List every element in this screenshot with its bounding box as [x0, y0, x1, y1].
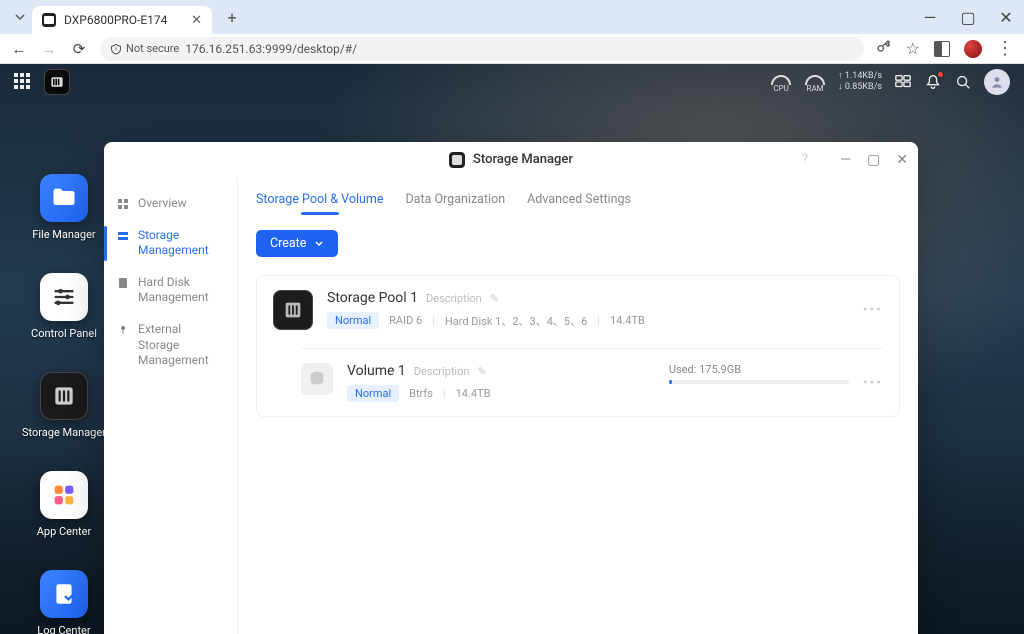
- dock-storage-manager[interactable]: Storage Manager: [22, 372, 106, 439]
- pool-description-label: Description: [426, 292, 482, 305]
- nav-back-icon[interactable]: ←: [10, 40, 28, 58]
- edit-icon[interactable]: ✎: [477, 365, 486, 378]
- volume-usage-bar: [669, 380, 849, 384]
- log-icon: [40, 570, 88, 618]
- tab-data-organization[interactable]: Data Organization: [405, 188, 505, 215]
- storage-pool-card: Storage Pool 1 Description ✎ Normal RAID…: [256, 275, 900, 417]
- folder-icon: [40, 174, 88, 222]
- dock-log-center[interactable]: Log Center: [22, 570, 106, 634]
- tab-dropdown[interactable]: [8, 5, 32, 29]
- disk-icon: [116, 276, 130, 290]
- search-icon[interactable]: [954, 73, 972, 91]
- overview-icon: [116, 197, 130, 211]
- dock-file-manager[interactable]: File Manager: [22, 174, 106, 241]
- window-app-icon: [449, 152, 465, 168]
- sidebar-item-overview[interactable]: Overview: [104, 188, 237, 220]
- win-minimize-icon[interactable]: —: [840, 152, 851, 168]
- tab-storage-pool-volume[interactable]: Storage Pool & Volume: [256, 188, 383, 215]
- extensions-icon[interactable]: [934, 41, 950, 57]
- browser-menu-icon[interactable]: ⋮: [996, 44, 1014, 54]
- browser-tab[interactable]: DXP6800PRO-E174 ✕: [32, 6, 212, 34]
- network-stats: ↑ 1.14KB/s ↓ 0.85KB/s: [838, 71, 882, 93]
- desktop-topbar: CPU RAM ↑ 1.14KB/s ↓ 0.85KB/s: [0, 64, 1024, 100]
- pool-row[interactable]: Storage Pool 1 Description ✎ Normal RAID…: [273, 290, 883, 330]
- brand-icon[interactable]: [44, 69, 70, 95]
- window-close-icon[interactable]: ✕: [996, 8, 1016, 27]
- pool-status-badge: Normal: [327, 312, 379, 329]
- user-avatar[interactable]: [984, 69, 1010, 95]
- url-bar[interactable]: Not secure 176.16.251.63:9999/desktop/#/: [100, 37, 864, 61]
- sliders-icon: [40, 273, 88, 321]
- new-tab-button[interactable]: +: [220, 8, 244, 27]
- window-maximize-icon[interactable]: ▢: [958, 8, 978, 27]
- tab-advanced-settings[interactable]: Advanced Settings: [527, 188, 631, 215]
- window-minimize-icon[interactable]: —: [920, 8, 940, 27]
- url-text: 176.16.251.63:9999/desktop/#/: [185, 42, 357, 56]
- not-secure-badge: Not secure: [110, 42, 179, 55]
- volume-usage: Used: 175.9GB: [669, 363, 849, 384]
- volume-description-label: Description: [414, 365, 470, 378]
- key-icon[interactable]: [876, 39, 892, 59]
- volume-icon: [301, 363, 333, 395]
- cpu-gauge: CPU: [770, 72, 792, 93]
- ram-gauge: RAM: [804, 72, 826, 93]
- browser-tabbar: DXP6800PRO-E174 ✕ + — ▢ ✕: [0, 0, 1024, 34]
- pool-disks: Hard Disk 1、2、3、4、5、6: [445, 313, 587, 329]
- win-maximize-icon[interactable]: ▢: [867, 152, 880, 168]
- apps-icon: [40, 471, 88, 519]
- volume-capacity: 14.4TB: [456, 387, 491, 400]
- drive-bay-icon: [273, 290, 313, 330]
- apps-launcher-icon[interactable]: [14, 73, 32, 91]
- window-main: Storage Pool & Volume Data Organization …: [238, 178, 918, 634]
- pool-more-icon[interactable]: •••: [863, 302, 883, 318]
- sidebar-item-storage-management[interactable]: Storage Management: [104, 220, 237, 267]
- tab-title: DXP6800PRO-E174: [64, 13, 183, 27]
- volume-name: Volume 1: [347, 363, 406, 379]
- usb-icon: [116, 323, 130, 337]
- storage-icon: [116, 229, 130, 243]
- nav-reload-icon[interactable]: ⟳: [70, 40, 88, 58]
- win-close-icon[interactable]: ✕: [896, 152, 908, 168]
- create-button[interactable]: Create: [256, 230, 338, 257]
- dock-control-panel[interactable]: Control Panel: [22, 273, 106, 340]
- dock-app-center[interactable]: App Center: [22, 471, 106, 538]
- window-titlebar[interactable]: Storage Manager ? — ▢ ✕: [104, 142, 918, 178]
- notifications-icon[interactable]: [924, 73, 942, 91]
- tab-favicon-icon: [42, 13, 56, 27]
- nas-desktop: CPU RAM ↑ 1.14KB/s ↓ 0.85KB/s F: [0, 64, 1024, 634]
- volume-row[interactable]: Volume 1 Description ✎ Normal Btrfs | 14…: [301, 348, 883, 402]
- browser-toolbar: ← → ⟳ Not secure 176.16.251.63:9999/desk…: [0, 34, 1024, 64]
- pool-raid: RAID 6: [389, 314, 422, 327]
- drive-bay-icon: [40, 372, 88, 420]
- tabs-row: Storage Pool & Volume Data Organization …: [256, 178, 900, 216]
- volume-more-icon[interactable]: •••: [863, 375, 883, 391]
- sidebar-item-hard-disk[interactable]: Hard Disk Management: [104, 267, 237, 314]
- help-icon[interactable]: ?: [802, 152, 808, 167]
- pool-capacity: 14.4TB: [610, 314, 645, 327]
- storage-manager-window: Storage Manager ? — ▢ ✕ Overview Storage…: [104, 142, 918, 634]
- sidebar-item-external-storage[interactable]: External Storage Management: [104, 314, 237, 377]
- tab-close-icon[interactable]: ✕: [191, 13, 202, 28]
- edit-icon[interactable]: ✎: [490, 292, 499, 305]
- desktop-dock: File Manager Control Panel Storage Manag…: [22, 174, 106, 634]
- profile-avatar-icon[interactable]: [964, 40, 982, 58]
- nav-forward-icon[interactable]: →: [40, 40, 58, 58]
- bookmark-icon[interactable]: ☆: [906, 39, 920, 58]
- window-title: Storage Manager: [473, 152, 573, 167]
- volume-status-badge: Normal: [347, 385, 399, 402]
- volume-fs: Btrfs: [409, 387, 433, 400]
- dashboard-icon[interactable]: [894, 73, 912, 91]
- window-sidebar: Overview Storage Management Hard Disk Ma…: [104, 178, 238, 634]
- pool-name: Storage Pool 1: [327, 290, 418, 306]
